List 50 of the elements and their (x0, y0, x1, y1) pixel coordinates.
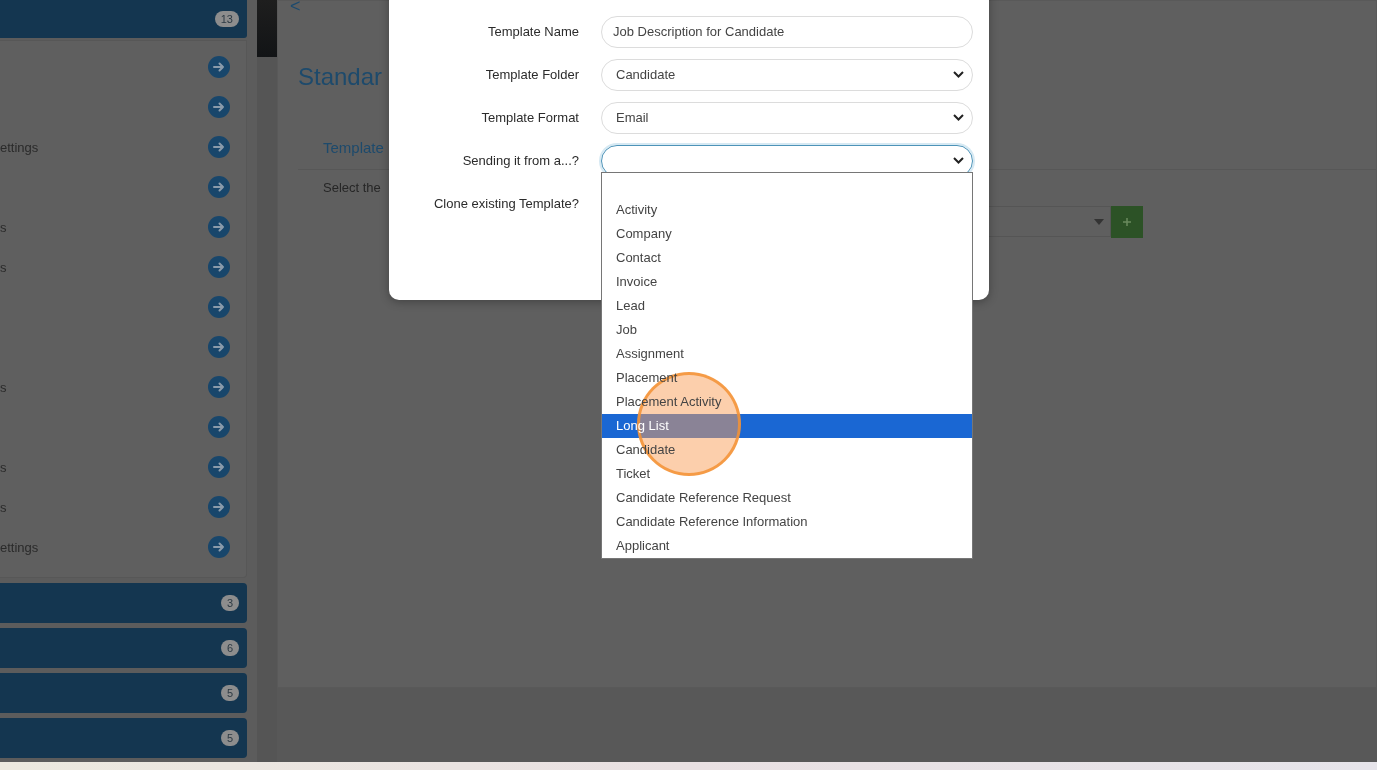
section-header[interactable]: 3 (0, 583, 247, 623)
field-label: Sending it from a...? (461, 153, 579, 168)
field-label: Template Name (486, 24, 579, 39)
section-header[interactable]: 13 (0, 0, 247, 38)
caret-icon (1094, 218, 1104, 225)
count-badge: 5 (220, 685, 239, 701)
arrow-right-icon[interactable] (208, 376, 230, 398)
count-badge: 3 (220, 595, 239, 611)
dropdown-option[interactable]: Contact (602, 246, 972, 270)
dropdown-option[interactable]: Assignment (602, 342, 972, 366)
scrollbar-thumb[interactable] (257, 0, 277, 57)
dropdown-option[interactable]: Candidate Reference Information (602, 510, 972, 534)
dropdown-option[interactable]: Applicant (602, 534, 972, 558)
hint-text: Select the (323, 180, 382, 195)
add-button[interactable] (1111, 206, 1143, 238)
dropdown-option[interactable]: Company (602, 222, 972, 246)
dropdown-option[interactable]: Lead (602, 294, 972, 318)
chevron-down-icon (953, 71, 964, 78)
count-badge: 6 (220, 640, 239, 656)
field-label: Template Format (480, 110, 579, 125)
dropdown-option[interactable]: Activity (602, 198, 972, 222)
field-label: Template Folder (484, 67, 579, 82)
arrow-right-icon[interactable] (208, 176, 230, 198)
arrow-right-icon[interactable] (208, 416, 230, 438)
dropdown-option[interactable]: Candidate (602, 438, 972, 462)
arrow-right-icon[interactable] (208, 536, 230, 558)
page-title: Standar (298, 63, 383, 91)
chevron-down-icon (953, 114, 964, 121)
count-badge: 5 (220, 730, 239, 746)
arrow-right-icon[interactable] (208, 136, 230, 158)
chevron-down-icon (953, 157, 964, 164)
plus-icon (1122, 217, 1132, 227)
arrow-right-icon[interactable] (208, 56, 230, 78)
section-header[interactable]: 5 (0, 718, 247, 758)
arrow-right-icon[interactable] (208, 456, 230, 478)
dropdown-option[interactable]: Invoice (602, 270, 972, 294)
dropdown-option[interactable]: Candidate Reference Request (602, 486, 972, 510)
arrow-right-icon[interactable] (208, 336, 230, 358)
arrow-right-icon[interactable] (208, 216, 230, 238)
dropdown-option[interactable]: Job (602, 318, 972, 342)
arrow-right-icon[interactable] (208, 96, 230, 118)
arrow-right-icon[interactable] (208, 256, 230, 278)
arrow-right-icon[interactable] (208, 296, 230, 318)
arrow-right-icon[interactable] (208, 496, 230, 518)
dropdown-option[interactable]: Ticket (602, 462, 972, 486)
section-header[interactable]: 6 (0, 628, 247, 668)
count-badge: 13 (214, 11, 239, 27)
dropdown-option[interactable]: Placement Activity (602, 390, 972, 414)
section-header[interactable]: 5 (0, 673, 247, 713)
field-label: Clone existing Template? (433, 196, 579, 211)
